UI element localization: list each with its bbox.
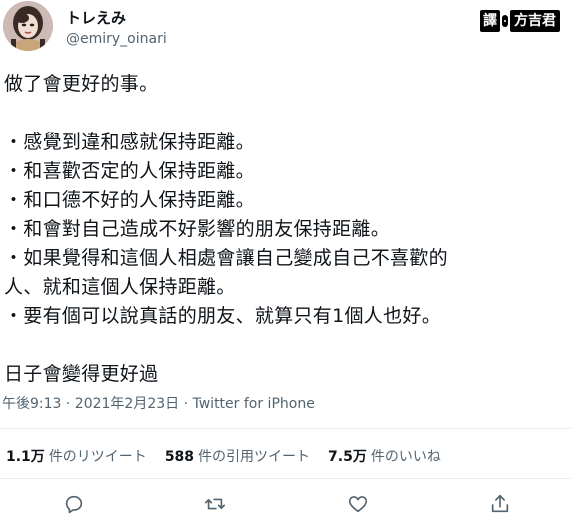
translator-badge-name: 方吉君 — [510, 10, 560, 32]
like-count[interactable]: 7.5万 件のいいね — [328, 446, 441, 468]
retweet-button[interactable] — [203, 492, 227, 516]
like-icon — [348, 496, 368, 513]
badge-separator-icon — [502, 15, 508, 27]
share-icon — [491, 494, 509, 513]
share-button[interactable] — [488, 492, 512, 516]
avatar-image — [3, 1, 53, 51]
divider — [0, 428, 571, 429]
retweet-count-value: 1.1万 — [6, 449, 45, 465]
tweet-line: ・如果覺得和這個人相處會讓自己變成自己不喜歡的 — [4, 247, 448, 269]
like-button[interactable] — [346, 492, 370, 516]
tweet-line: ・要有個可以說真話的朋友、就算只有1個人也好。 — [4, 305, 441, 327]
author-handle[interactable]: @emiry_oinari — [66, 29, 167, 49]
tweet-line: ・和口德不好的人保持距離。 — [4, 189, 255, 211]
tweet-line: ・和會對自己造成不好影響的朋友保持距離。 — [4, 218, 391, 240]
like-count-label: 件のいいね — [370, 449, 441, 465]
like-count-value: 7.5万 — [328, 449, 367, 465]
tweet-text: 做了會更好的事。 ・感覺到違和感就保持距離。 ・和喜歡否定的人保持距離。 ・和口… — [4, 70, 564, 389]
tweet-timestamp[interactable]: 午後9:13 · 2021年2月23日 · Twitter for iPhone — [2, 394, 315, 414]
quote-tweet-count-value: 588 — [164, 449, 195, 465]
reply-icon — [65, 495, 83, 514]
tweet-line: ・感覺到違和感就保持距離。 — [4, 131, 255, 153]
quote-tweet-count[interactable]: 588 件の引用ツイート — [165, 446, 310, 468]
tweet-line: 做了會更好的事。 — [4, 73, 159, 95]
translator-badge-label: 譯 — [480, 10, 500, 32]
retweet-count-label: 件のリツイート — [48, 449, 147, 465]
divider — [0, 478, 571, 479]
reply-button[interactable] — [62, 492, 86, 516]
translator-badge: 譯 方吉君 — [480, 9, 560, 33]
avatar[interactable] — [3, 1, 53, 51]
tweet-line: 日子會變得更好過 — [4, 363, 159, 385]
engagement-stats: 1.1万 件のリツイート 588 件の引用ツイート 7.5万 件のいいね — [6, 446, 441, 468]
author-display-name[interactable]: トレえみ — [66, 8, 126, 28]
retweet-count[interactable]: 1.1万 件のリツイート — [6, 446, 147, 468]
tweet-line: 人、就和這個人保持距離。 — [4, 276, 236, 298]
retweet-icon — [205, 498, 225, 510]
tweet-line: ・和喜歡否定的人保持距離。 — [4, 160, 255, 182]
quote-tweet-count-label: 件の引用ツイート — [198, 449, 311, 465]
